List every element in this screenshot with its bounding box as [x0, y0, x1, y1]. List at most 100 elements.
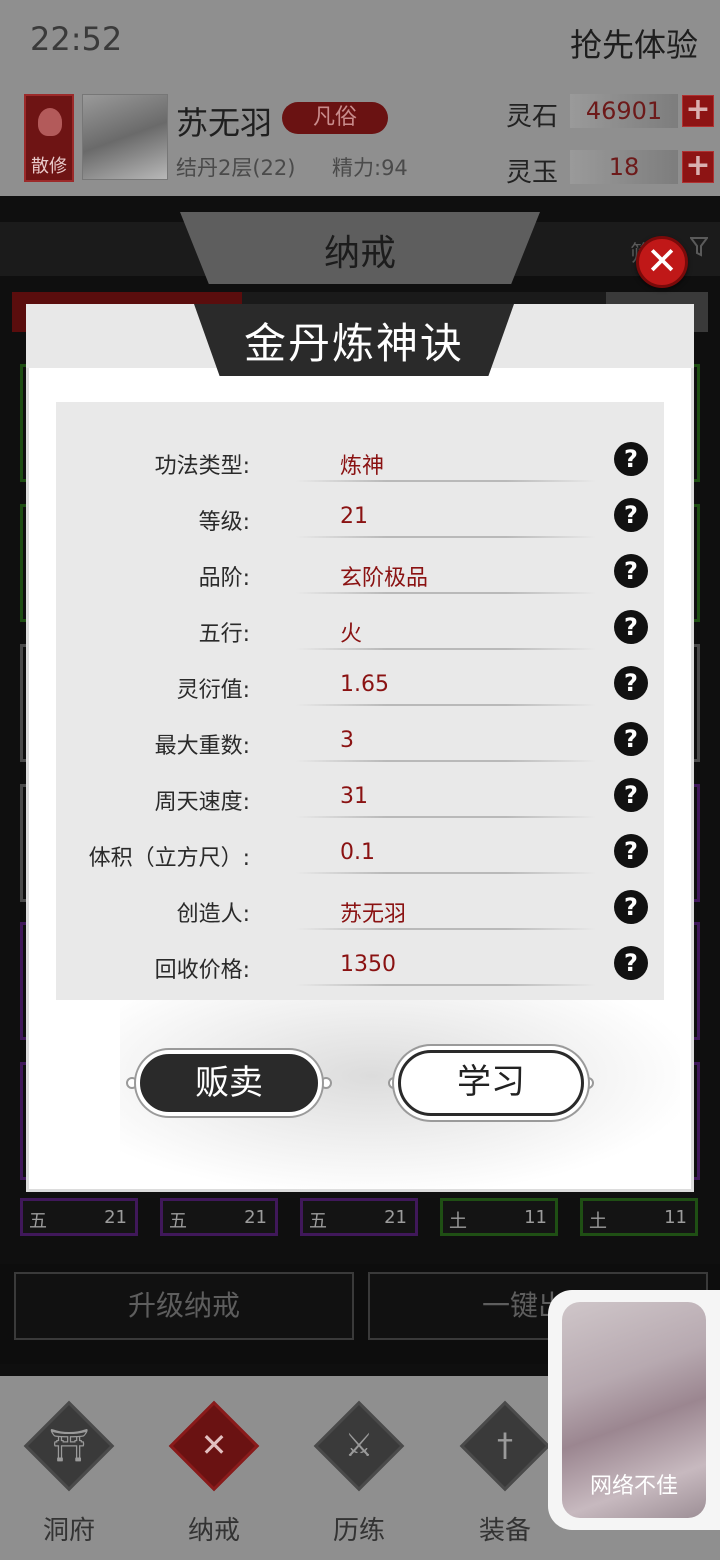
slot-level: 11: [524, 1207, 547, 1228]
help-icon[interactable]: ?: [614, 722, 648, 756]
property-row: 创造人: 苏无羽 ?: [56, 882, 664, 938]
help-icon[interactable]: ?: [614, 498, 648, 532]
add-spirit-jade-button[interactable]: +: [682, 151, 714, 183]
slot-element: 五: [169, 1211, 187, 1232]
item-slot[interactable]: 土 11: [440, 1198, 558, 1236]
property-value: 苏无羽: [340, 902, 407, 927]
spirit-stone-value: 46901: [570, 94, 678, 128]
property-value: 火: [340, 622, 363, 647]
property-row: 周天速度: 31 ?: [56, 770, 664, 826]
nav-training[interactable]: ⚔ 历练: [304, 1400, 414, 1547]
slot-level: 21: [104, 1207, 127, 1228]
slot-element: 五: [309, 1211, 327, 1232]
property-value: 21: [340, 504, 368, 529]
help-icon[interactable]: ?: [614, 610, 648, 644]
spirit-stone-label: 灵石: [506, 102, 559, 132]
property-label: 五行:: [198, 622, 250, 647]
energy-value: 精力:94: [332, 156, 408, 180]
nav-equipment-glyph: †: [497, 1426, 513, 1464]
slot-element: 土: [449, 1211, 467, 1232]
slot-level: 11: [664, 1207, 687, 1228]
property-value: 3: [340, 728, 354, 753]
item-slot[interactable]: 土 11: [580, 1198, 698, 1236]
network-status-text: 网络不佳: [589, 1474, 678, 1499]
dialog-title: 金丹炼神诀: [243, 319, 464, 368]
property-label: 功法类型:: [154, 454, 250, 479]
spirit-jade-value: 18: [570, 150, 678, 184]
nav-equipment-label: 装备: [478, 1516, 531, 1546]
property-row: 灵衍值: 1.65 ?: [56, 658, 664, 714]
property-value: 炼神: [340, 454, 385, 479]
property-label: 品阶:: [198, 566, 250, 591]
help-icon[interactable]: ?: [614, 946, 648, 980]
property-label: 周天速度:: [154, 790, 250, 815]
row-divider: [296, 480, 596, 482]
property-value: 0.1: [340, 840, 375, 865]
slot-element: 土: [589, 1211, 607, 1232]
item-slot[interactable]: 五 21: [160, 1198, 278, 1236]
property-value: 31: [340, 784, 368, 809]
item-slot[interactable]: 五 21: [20, 1198, 138, 1236]
rank-tag: 凡俗: [282, 102, 388, 134]
slot-level: 21: [244, 1207, 267, 1228]
row-divider: [296, 984, 596, 986]
nav-ring[interactable]: ✕ 纳戒: [159, 1400, 269, 1547]
property-label: 回收价格:: [154, 958, 250, 983]
property-row: 五行: 火 ?: [56, 602, 664, 658]
early-access-label[interactable]: 抢先体验: [570, 20, 698, 66]
lotus-icon: [38, 108, 62, 136]
property-list: 功法类型: 炼神 ? 等级: 21 ? 品阶: 玄阶极品 ? 五行: 火 ? 灵…: [56, 402, 664, 1000]
property-label: 创造人:: [176, 902, 250, 927]
upgrade-ring-button[interactable]: 升级纳戒: [14, 1272, 354, 1340]
row-divider: [296, 872, 596, 874]
nav-cave-label: 洞府: [42, 1516, 95, 1546]
property-value: 1.65: [340, 672, 389, 697]
sell-button[interactable]: 贩卖: [136, 1050, 322, 1116]
row-divider: [296, 816, 596, 818]
row-divider: [296, 648, 596, 650]
nav-cave-glyph: ⛩: [48, 1426, 90, 1464]
ring-title: 纳戒: [323, 233, 396, 274]
row-divider: [296, 928, 596, 930]
nav-training-glyph: ⚔: [344, 1426, 374, 1464]
property-row: 体积（立方尺）: 0.1 ?: [56, 826, 664, 882]
property-value: 玄阶极品: [340, 566, 429, 591]
add-spirit-stone-button[interactable]: +: [682, 95, 714, 127]
nav-ring-label: 纳戒: [187, 1516, 240, 1546]
row-divider: [296, 536, 596, 538]
slot-level: 21: [384, 1207, 407, 1228]
slot-element: 五: [29, 1211, 47, 1232]
help-icon[interactable]: ?: [614, 442, 648, 476]
player-name: 苏无羽: [176, 104, 273, 142]
help-icon[interactable]: ?: [614, 666, 648, 700]
help-icon[interactable]: ?: [614, 554, 648, 588]
property-label: 体积（立方尺）:: [88, 846, 250, 871]
funnel-icon[interactable]: [689, 236, 709, 264]
property-label: 等级:: [198, 510, 250, 535]
close-button[interactable]: ✕: [636, 236, 688, 288]
property-row: 回收价格: 1350 ?: [56, 938, 664, 994]
property-row: 等级: 21 ?: [56, 490, 664, 546]
property-label: 最大重数:: [154, 734, 250, 759]
row-divider: [296, 704, 596, 706]
item-slot[interactable]: 五 21: [300, 1198, 418, 1236]
property-row: 最大重数: 3 ?: [56, 714, 664, 770]
sect-badge-label: 散修: [31, 156, 67, 177]
help-icon[interactable]: ?: [614, 834, 648, 868]
nav-training-label: 历练: [332, 1516, 385, 1546]
help-icon[interactable]: ?: [614, 778, 648, 812]
property-value: 1350: [340, 952, 396, 977]
nav-cave[interactable]: ⛩ 洞府: [14, 1400, 124, 1547]
nav-equipment[interactable]: † 装备: [450, 1400, 560, 1547]
avatar[interactable]: [82, 94, 168, 180]
property-label: 灵衍值:: [176, 678, 250, 703]
property-row: 品阶: 玄阶极品 ?: [56, 546, 664, 602]
row-divider: [296, 592, 596, 594]
help-icon[interactable]: ?: [614, 890, 648, 924]
row-divider: [296, 760, 596, 762]
property-row: 功法类型: 炼神 ?: [56, 434, 664, 490]
cultivation-realm: 结丹2层(22): [176, 156, 296, 180]
clock-time: 22:52: [30, 20, 123, 58]
learn-button[interactable]: 学习: [398, 1050, 584, 1116]
sect-badge[interactable]: 散修: [24, 94, 74, 182]
